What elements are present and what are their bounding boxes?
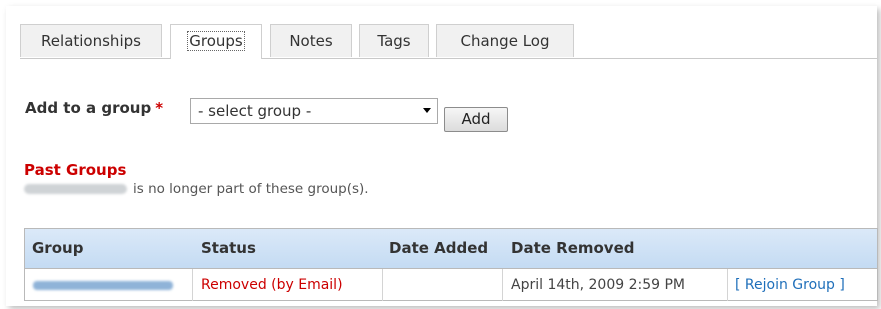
tab-label: Groups: [187, 31, 245, 51]
chevron-down-icon: [423, 108, 431, 113]
date-removed-cell: April 14th, 2009 2:59 PM: [503, 269, 728, 301]
tab-label: Change Log: [460, 32, 550, 50]
group-select-value: - select group -: [198, 102, 312, 120]
header-date-removed: Date Removed: [511, 239, 635, 257]
past-groups-title: Past Groups: [24, 161, 127, 179]
past-groups-description: is no longer part of these group(s).: [24, 181, 369, 197]
date-added-cell: [383, 269, 503, 301]
table-row: Removed (by Email) April 14th, 2009 2:59…: [25, 269, 877, 301]
add-button[interactable]: Add: [444, 107, 508, 132]
group-select[interactable]: - select group -: [190, 98, 438, 124]
header-date-added: Date Added: [389, 239, 489, 257]
tab-label: Notes: [289, 32, 333, 50]
blurred-group-link[interactable]: [33, 280, 173, 290]
required-marker: *: [155, 99, 164, 117]
tab-label: Relationships: [41, 32, 141, 50]
tab-relationships[interactable]: Relationships: [20, 24, 162, 57]
tab-change-log[interactable]: Change Log: [436, 24, 574, 57]
tab-notes[interactable]: Notes: [270, 24, 352, 57]
header-group: Group: [32, 239, 84, 257]
past-groups-description-text: is no longer part of these group(s).: [133, 181, 369, 197]
tab-groups[interactable]: Groups: [170, 24, 262, 59]
table-header: Group Status Date Added Date Removed: [25, 229, 877, 269]
add-to-group-label: Add to a group *: [25, 99, 163, 117]
header-status: Status: [201, 239, 256, 257]
blurred-contact-name: [24, 184, 127, 194]
status-cell: Removed (by Email): [193, 269, 383, 301]
tab-label: Tags: [377, 32, 411, 50]
add-to-group-text: Add to a group: [25, 99, 152, 117]
tab-tags[interactable]: Tags: [359, 24, 429, 57]
past-groups-table: Group Status Date Added Date Removed Rem…: [24, 228, 878, 301]
group-cell[interactable]: [25, 269, 193, 301]
rejoin-group-link[interactable]: [ Rejoin Group ]: [728, 269, 877, 301]
tab-bar: Relationships Groups Notes Tags Change L…: [20, 24, 877, 59]
